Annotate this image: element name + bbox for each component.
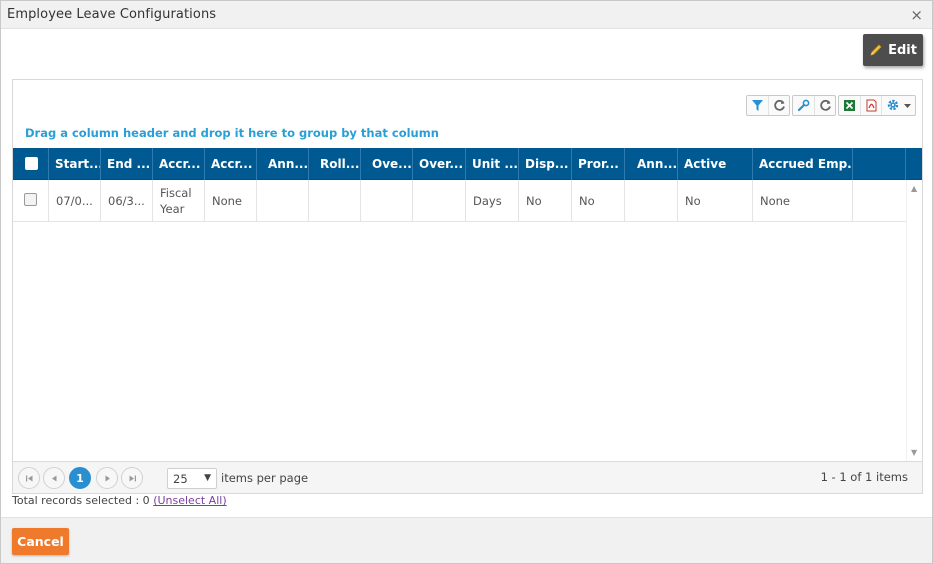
excel-icon bbox=[844, 99, 855, 111]
edit-button[interactable]: Edit bbox=[863, 34, 923, 66]
column-settings-button[interactable] bbox=[793, 96, 814, 115]
cancel-button[interactable]: Cancel bbox=[12, 528, 69, 555]
column-header-accrued-emp[interactable]: Accrued Emp... bbox=[753, 148, 853, 180]
dialog-titlebar: Employee Leave Configurations × bbox=[1, 1, 932, 29]
cell-accrual-2: None bbox=[205, 180, 257, 222]
column-header-accrual-2[interactable]: Accr... bbox=[205, 148, 257, 180]
dialog-footer: Cancel bbox=[1, 517, 932, 563]
column-header-active[interactable]: Active bbox=[678, 148, 753, 180]
export-pdf-button[interactable] bbox=[860, 95, 881, 115]
cell-accrual-1: Fiscal Year bbox=[153, 180, 205, 222]
refresh-icon bbox=[819, 99, 831, 111]
column-header-rollover[interactable]: Roll... bbox=[309, 148, 361, 180]
leave-config-dialog: Employee Leave Configurations × Edit Dra… bbox=[0, 0, 933, 564]
table-row[interactable]: 07/0... 06/3... Fiscal Year None Days No… bbox=[13, 180, 906, 222]
cell-unit: Days bbox=[466, 180, 519, 222]
column-header-start[interactable]: Start... bbox=[49, 148, 101, 180]
column-header-annual-2[interactable]: Ann... bbox=[625, 148, 678, 180]
cell-accrued-emp: None bbox=[753, 180, 853, 222]
column-header-unit[interactable]: Unit ... bbox=[466, 148, 519, 180]
dialog-title: Employee Leave Configurations bbox=[7, 7, 217, 22]
cell-annual-2 bbox=[625, 180, 678, 222]
clear-filter-button[interactable] bbox=[768, 95, 789, 115]
filter-button-group bbox=[746, 94, 790, 116]
page-size-select[interactable]: 25 ▼ bbox=[167, 468, 217, 489]
cell-overdraft-2 bbox=[413, 180, 466, 222]
column-header-accrual-1[interactable]: Accr... bbox=[153, 148, 205, 180]
page-size-label: items per page bbox=[221, 471, 309, 485]
column-header-end[interactable]: End ... bbox=[101, 148, 153, 180]
select-all-checkbox[interactable] bbox=[25, 157, 38, 170]
scroll-down-icon[interactable]: ▼ bbox=[911, 448, 917, 457]
cell-filler bbox=[853, 180, 906, 222]
first-page-icon bbox=[25, 475, 32, 481]
export-group bbox=[838, 94, 916, 116]
prev-page-button[interactable] bbox=[43, 467, 65, 489]
grid-header: Start... End ... Accr... Accr... Ann... … bbox=[13, 148, 922, 180]
page-button-current[interactable]: 1 bbox=[69, 467, 91, 489]
row-checkbox[interactable] bbox=[24, 193, 37, 206]
export-excel-button[interactable] bbox=[839, 96, 860, 115]
column-header-overdraft-1[interactable]: Ove... bbox=[361, 148, 413, 180]
row-select-cell bbox=[13, 180, 49, 222]
selection-summary: Total records selected : 0 (Unselect All… bbox=[12, 494, 227, 507]
cell-rollover bbox=[309, 180, 361, 222]
chevron-down-icon: ▼ bbox=[204, 473, 211, 483]
refresh-icon bbox=[773, 99, 785, 111]
last-page-icon bbox=[129, 475, 136, 481]
cell-display: No bbox=[519, 180, 572, 222]
cell-annual-1 bbox=[257, 180, 309, 222]
first-page-button[interactable] bbox=[18, 467, 40, 489]
cell-end: 06/3... bbox=[101, 180, 153, 222]
column-header-display[interactable]: Disp... bbox=[519, 148, 572, 180]
grid-pager: 1 25 ▼ items per page 1 - 1 of 1 items bbox=[13, 461, 922, 493]
column-header-prorate[interactable]: Pror... bbox=[572, 148, 625, 180]
grid-vertical-scrollbar[interactable]: ▲ ▼ bbox=[906, 180, 922, 461]
column-settings-group bbox=[792, 94, 836, 116]
grid-toolbar bbox=[746, 94, 916, 116]
pdf-icon bbox=[866, 99, 876, 111]
filter-button[interactable] bbox=[747, 96, 768, 115]
group-drop-hint[interactable]: Drag a column header and drop it here to… bbox=[25, 126, 439, 140]
leave-config-grid: Drag a column header and drop it here to… bbox=[12, 79, 923, 494]
column-header-filler bbox=[853, 148, 906, 180]
edit-button-label: Edit bbox=[888, 42, 917, 58]
wrench-icon bbox=[797, 99, 810, 111]
prev-page-icon bbox=[51, 475, 56, 481]
grid-body: 07/0... 06/3... Fiscal Year None Days No… bbox=[13, 180, 922, 461]
last-page-button[interactable] bbox=[121, 467, 143, 489]
pencil-icon bbox=[870, 44, 882, 56]
next-page-icon bbox=[105, 475, 110, 481]
filter-icon bbox=[752, 99, 763, 111]
cell-active: No bbox=[678, 180, 753, 222]
selection-count: Total records selected : 0 bbox=[12, 494, 150, 507]
cell-overdraft-1 bbox=[361, 180, 413, 222]
cell-start: 07/0... bbox=[49, 180, 101, 222]
column-header-annual-1[interactable]: Ann... bbox=[257, 148, 309, 180]
unselect-all-link[interactable]: (Unselect All) bbox=[153, 494, 226, 507]
gear-icon bbox=[887, 99, 898, 111]
scroll-up-icon[interactable]: ▲ bbox=[911, 184, 917, 193]
chevron-down-icon bbox=[903, 103, 911, 108]
select-all-header bbox=[13, 148, 49, 180]
next-page-button[interactable] bbox=[96, 467, 118, 489]
grid-settings-button[interactable] bbox=[881, 95, 915, 115]
cell-prorate: No bbox=[572, 180, 625, 222]
pager-info: 1 - 1 of 1 items bbox=[820, 470, 908, 484]
column-header-overdraft-2[interactable]: Over... bbox=[413, 148, 466, 180]
close-icon[interactable]: × bbox=[910, 6, 923, 24]
page-size-value: 25 bbox=[173, 472, 188, 486]
reset-columns-button[interactable] bbox=[814, 95, 835, 115]
